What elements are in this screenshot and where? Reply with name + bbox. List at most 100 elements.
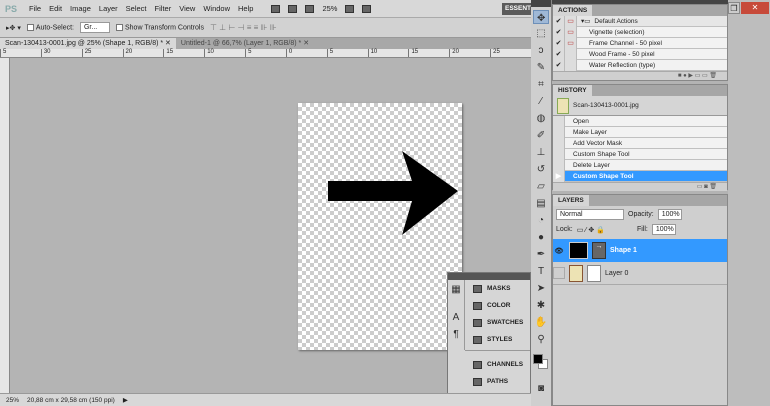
eye-icon[interactable]: 👁 [553,247,565,255]
action-item[interactable]: ✔ Wood Frame - 50 pixel [553,48,727,60]
panel-masks[interactable]: MASKS [465,280,530,297]
status-menu-arrow-icon[interactable]: ▶ [123,396,128,404]
marquee-tool-icon[interactable]: ⬚ [534,27,548,41]
panel-header[interactable] [448,273,530,280]
dialog-toggle[interactable]: ▭ [565,26,577,38]
eraser-icon[interactable]: ▱ [534,180,548,194]
history-tab[interactable]: HISTORY [553,85,592,96]
foreground-color[interactable] [533,354,543,364]
paragraph-icon[interactable]: ¶ [449,328,463,342]
show-transform-checkbox[interactable] [115,23,123,31]
close-window-button[interactable]: ✕ [741,2,769,14]
action-item[interactable]: ✔ Water Reflection (type) [553,59,727,71]
menu-window[interactable]: Window [203,4,230,13]
layer-row-shape-1[interactable]: 👁 → Shape 1 [553,239,727,262]
opacity-input[interactable]: 100% [657,209,682,220]
zoom-level-dropdown[interactable]: 25% [322,4,337,13]
toggle-checkbox[interactable]: ✔ [553,15,565,27]
close-icon[interactable]: ✕ [303,40,309,47]
arrow-shape[interactable] [298,103,462,350]
panel-paths[interactable]: PATHS [465,373,530,390]
path-selection-icon[interactable]: ➤ [534,282,548,296]
move-tool-icon[interactable]: ✥ [533,10,549,24]
gradient-icon[interactable]: ▤ [534,197,548,211]
stamp-tool-icon[interactable]: ⊥ [534,146,548,160]
brush-tool-icon[interactable]: ✐ [534,129,548,143]
dialog-toggle[interactable] [565,48,577,60]
history-controls[interactable]: ▭ ◙ 🗑 [553,182,727,191]
panel-swatches[interactable]: SWATCHES [465,314,530,331]
action-item[interactable]: ✔ ▭ Frame Channel - 50 pixel [553,37,727,49]
dialog-toggle[interactable]: ▭ [565,15,577,27]
character-icon[interactable]: A [449,311,463,325]
lock-icons[interactable]: ▭ ⁄ ✥ 🔒 [577,226,605,234]
layer-name[interactable]: Layer 0 [605,270,628,277]
panel-styles[interactable]: STYLES [465,331,530,348]
eyedropper-icon[interactable]: ⁄ [534,95,548,109]
auto-select-checkbox[interactable] [26,23,34,31]
healing-brush-icon[interactable]: ◍ [534,112,548,126]
menu-filter[interactable]: Filter [155,4,172,13]
history-item[interactable]: Delete Layer [553,159,727,171]
visibility-toggle[interactable] [553,267,565,279]
tab-scan-document[interactable]: Scan-130413-0001.jpg @ 25% (Shape 1, RGB… [0,38,176,49]
align-icons[interactable]: ⊤ ⊥ ⊢ ⊣ ≡ ≡ ⊪ ⊪ [210,23,277,32]
history-item[interactable]: Custom Shape Tool [553,148,727,160]
minibridge-icon[interactable] [288,4,298,13]
quick-mask-icon[interactable]: ◙ [534,382,548,396]
type-tool-icon[interactable]: T [534,265,548,279]
menu-edit[interactable]: Edit [49,4,62,13]
action-set[interactable]: ✔ ▭ ▾▭ Default Actions [553,15,727,27]
dodge-icon[interactable]: ● [534,231,548,245]
auto-select-dropdown[interactable]: Gr... [79,22,110,33]
layer-name[interactable]: Shape 1 [610,247,637,254]
quick-selection-icon[interactable]: ✎ [534,61,548,75]
pen-tool-icon[interactable]: ✒ [534,248,548,262]
lasso-tool-icon[interactable]: ↄ [534,44,548,58]
history-item-selected[interactable]: ▶ Custom Shape Tool [553,170,727,182]
history-item[interactable]: Add Vector Mask [553,137,727,149]
layers-tab[interactable]: LAYERS [553,195,589,206]
panel-color[interactable]: COLOR [465,297,530,314]
dialog-toggle[interactable]: ▭ [565,37,577,49]
move-tool-preset-icon[interactable]: ▸✥ ▾ [6,24,21,32]
history-brush-icon[interactable]: ↺ [534,163,548,177]
hand-tool-icon[interactable]: ✋ [534,316,548,330]
menu-layer[interactable]: Layer [99,4,118,13]
color-swatches[interactable] [531,351,551,379]
menu-view[interactable]: View [179,4,195,13]
menu-help[interactable]: Help [238,4,253,13]
tools-header[interactable] [531,0,551,7]
arrange-documents-icon[interactable] [345,4,355,13]
menu-file[interactable]: File [29,4,41,13]
screen-mode-icon[interactable] [362,4,372,13]
toggle-checkbox[interactable]: ✔ [553,59,565,71]
toggle-checkbox[interactable]: ✔ [553,37,565,49]
histogram-icon[interactable]: ▦ [449,283,463,297]
toggle-checkbox[interactable]: ✔ [553,26,565,38]
bridge-icon[interactable] [271,4,281,13]
document-canvas[interactable] [298,103,462,350]
crop-tool-icon[interactable]: ⌗ [534,78,548,92]
action-item[interactable]: ✔ ▭ Vignette (selection) [553,26,727,38]
tab-untitled-document[interactable]: Untitled-1 @ 66,7% (Layer 1, RGB/8) * ✕ [176,38,314,49]
workspace-button[interactable]: ESSENTIALS [502,3,532,15]
dialog-toggle[interactable] [565,59,577,71]
history-item[interactable]: Make Layer [553,126,727,138]
actions-controls[interactable]: ■ ● ▶ ▭ ▭ 🗑 [553,71,727,80]
zoom-tool-icon[interactable]: ⚲ [534,333,548,347]
blend-mode-dropdown[interactable]: Normal [556,209,624,220]
actions-tab[interactable]: ACTIONS [553,5,593,16]
custom-shape-icon[interactable]: ✱ [534,299,548,313]
blur-icon[interactable]: ◔ [534,214,548,228]
close-icon[interactable]: ✕ [165,40,171,47]
status-zoom[interactable]: 25% [6,397,19,404]
restore-window-button[interactable]: ❐ [728,2,740,14]
layer-row-layer-0[interactable]: Layer 0 [553,262,727,285]
panel-channels[interactable]: CHANNELS [465,356,530,373]
history-snapshot[interactable]: Scan-130413-0001.jpg [553,96,727,116]
history-item[interactable]: Open [553,115,727,127]
menu-image[interactable]: Image [70,4,91,13]
toggle-checkbox[interactable]: ✔ [553,48,565,60]
menu-select[interactable]: Select [126,4,147,13]
